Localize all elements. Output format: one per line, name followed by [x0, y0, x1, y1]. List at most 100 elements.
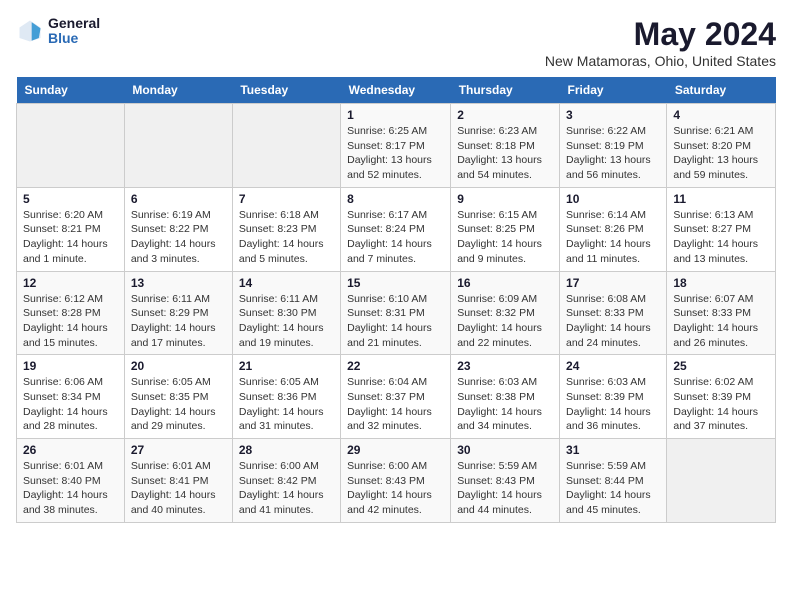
day-info: Sunrise: 6:00 AM Sunset: 8:43 PM Dayligh… [347, 459, 444, 518]
calendar-cell: 16Sunrise: 6:09 AM Sunset: 8:32 PM Dayli… [451, 271, 560, 355]
day-number: 5 [23, 192, 118, 206]
day-number: 24 [566, 359, 660, 373]
calendar-cell: 21 Sunrise: 6:05 AM Sunset: 8:36 PM Dayli… [232, 355, 340, 439]
column-header-tuesday: Tuesday [232, 77, 340, 104]
day-number: 25 [673, 359, 769, 373]
day-number: 8 [347, 192, 444, 206]
day-number: 2 [457, 108, 553, 122]
day-number: 11 [673, 192, 769, 206]
calendar-cell: 25 Sunrise: 6:02 AM Sunset: 8:39 PM Dayli… [667, 355, 776, 439]
title-area: May 2024 New Matamoras, Ohio, United Sta… [545, 16, 776, 69]
column-header-wednesday: Wednesday [341, 77, 451, 104]
day-number: 1 [347, 108, 444, 122]
calendar-table: SundayMondayTuesdayWednesdayThursdayFrid… [16, 77, 776, 523]
day-info: Sunrise: 6:05 AM Sunset: 8:36 PM Dayligh… [239, 375, 334, 434]
day-info: Sunrise: 6:11 AM Sunset: 8:29 PM Dayligh… [131, 292, 226, 351]
day-number: 16 [457, 276, 553, 290]
calendar-cell [232, 104, 340, 188]
calendar-cell: 24 Sunrise: 6:03 AM Sunset: 8:39 PM Dayli… [560, 355, 667, 439]
day-number: 27 [131, 443, 226, 457]
week-row-4: 19Sunrise: 6:06 AM Sunset: 8:34 PM Dayli… [17, 355, 776, 439]
calendar-cell: 23 Sunrise: 6:03 AM Sunset: 8:38 PM Dayli… [451, 355, 560, 439]
calendar-cell: 17Sunrise: 6:08 AM Sunset: 8:33 PM Dayli… [560, 271, 667, 355]
day-info: Sunrise: 6:02 AM Sunset: 8:39 PM Dayligh… [673, 375, 769, 434]
calendar-body: 1 Sunrise: 6:25 AM Sunset: 8:17 PM Daylig… [17, 104, 776, 523]
calendar-cell: 12 Sunrise: 6:12 AM Sunset: 8:28 PM Dayli… [17, 271, 125, 355]
day-number: 3 [566, 108, 660, 122]
day-info: Sunrise: 6:04 AM Sunset: 8:37 PM Dayligh… [347, 375, 444, 434]
calendar-cell: 2 Sunrise: 6:23 AM Sunset: 8:18 PM Daylig… [451, 104, 560, 188]
day-info: Sunrise: 5:59 AM Sunset: 8:43 PM Dayligh… [457, 459, 553, 518]
logo: General Blue [16, 16, 100, 47]
calendar-cell: 1 Sunrise: 6:25 AM Sunset: 8:17 PM Daylig… [341, 104, 451, 188]
day-number: 12 [23, 276, 118, 290]
calendar-cell: 13 Sunrise: 6:11 AM Sunset: 8:29 PM Dayli… [124, 271, 232, 355]
day-number: 21 [239, 359, 334, 373]
day-number: 29 [347, 443, 444, 457]
day-number: 13 [131, 276, 226, 290]
calendar-cell: 26Sunrise: 6:01 AM Sunset: 8:40 PM Dayli… [17, 439, 125, 523]
day-info: Sunrise: 6:03 AM Sunset: 8:38 PM Dayligh… [457, 375, 553, 434]
day-number: 28 [239, 443, 334, 457]
calendar-cell: 3 Sunrise: 6:22 AM Sunset: 8:19 PM Daylig… [560, 104, 667, 188]
day-info: Sunrise: 6:11 AM Sunset: 8:30 PM Dayligh… [239, 292, 334, 351]
day-number: 23 [457, 359, 553, 373]
day-info: Sunrise: 5:59 AM Sunset: 8:44 PM Dayligh… [566, 459, 660, 518]
calendar-cell: 18Sunrise: 6:07 AM Sunset: 8:33 PM Dayli… [667, 271, 776, 355]
column-header-thursday: Thursday [451, 77, 560, 104]
calendar-cell: 20 Sunrise: 6:05 AM Sunset: 8:35 PM Dayli… [124, 355, 232, 439]
calendar-cell: 19Sunrise: 6:06 AM Sunset: 8:34 PM Dayli… [17, 355, 125, 439]
day-number: 20 [131, 359, 226, 373]
calendar-cell: 5 Sunrise: 6:20 AM Sunset: 8:21 PM Daylig… [17, 187, 125, 271]
logo-blue-text: Blue [48, 31, 100, 46]
week-row-2: 5 Sunrise: 6:20 AM Sunset: 8:21 PM Daylig… [17, 187, 776, 271]
calendar-cell: 22 Sunrise: 6:04 AM Sunset: 8:37 PM Dayli… [341, 355, 451, 439]
week-row-3: 12 Sunrise: 6:12 AM Sunset: 8:28 PM Dayli… [17, 271, 776, 355]
logo-text: General Blue [48, 16, 100, 47]
calendar-cell: 14 Sunrise: 6:11 AM Sunset: 8:30 PM Dayli… [232, 271, 340, 355]
day-info: Sunrise: 6:12 AM Sunset: 8:28 PM Dayligh… [23, 292, 118, 351]
day-number: 9 [457, 192, 553, 206]
calendar-cell [17, 104, 125, 188]
calendar-cell: 30 Sunrise: 5:59 AM Sunset: 8:43 PM Dayli… [451, 439, 560, 523]
day-number: 15 [347, 276, 444, 290]
day-number: 31 [566, 443, 660, 457]
day-info: Sunrise: 6:23 AM Sunset: 8:18 PM Dayligh… [457, 124, 553, 183]
day-info: Sunrise: 6:14 AM Sunset: 8:26 PM Dayligh… [566, 208, 660, 267]
calendar-cell: 6 Sunrise: 6:19 AM Sunset: 8:22 PM Daylig… [124, 187, 232, 271]
calendar-cell [667, 439, 776, 523]
day-number: 10 [566, 192, 660, 206]
calendar-cell: 7Sunrise: 6:18 AM Sunset: 8:23 PM Daylig… [232, 187, 340, 271]
logo-general-text: General [48, 16, 100, 31]
column-header-saturday: Saturday [667, 77, 776, 104]
day-number: 19 [23, 359, 118, 373]
day-info: Sunrise: 6:20 AM Sunset: 8:21 PM Dayligh… [23, 208, 118, 267]
day-info: Sunrise: 6:10 AM Sunset: 8:31 PM Dayligh… [347, 292, 444, 351]
calendar-cell: 8Sunrise: 6:17 AM Sunset: 8:24 PM Daylig… [341, 187, 451, 271]
day-info: Sunrise: 6:19 AM Sunset: 8:22 PM Dayligh… [131, 208, 226, 267]
header-row: SundayMondayTuesdayWednesdayThursdayFrid… [17, 77, 776, 104]
day-info: Sunrise: 6:00 AM Sunset: 8:42 PM Dayligh… [239, 459, 334, 518]
day-number: 14 [239, 276, 334, 290]
column-header-sunday: Sunday [17, 77, 125, 104]
day-info: Sunrise: 6:01 AM Sunset: 8:40 PM Dayligh… [23, 459, 118, 518]
day-number: 30 [457, 443, 553, 457]
day-info: Sunrise: 6:05 AM Sunset: 8:35 PM Dayligh… [131, 375, 226, 434]
calendar-cell: 11 Sunrise: 6:13 AM Sunset: 8:27 PM Dayli… [667, 187, 776, 271]
day-info: Sunrise: 6:25 AM Sunset: 8:17 PM Dayligh… [347, 124, 444, 183]
day-number: 22 [347, 359, 444, 373]
calendar-header: SundayMondayTuesdayWednesdayThursdayFrid… [17, 77, 776, 104]
calendar-cell: 27Sunrise: 6:01 AM Sunset: 8:41 PM Dayli… [124, 439, 232, 523]
day-info: Sunrise: 6:13 AM Sunset: 8:27 PM Dayligh… [673, 208, 769, 267]
day-number: 18 [673, 276, 769, 290]
day-info: Sunrise: 6:18 AM Sunset: 8:23 PM Dayligh… [239, 208, 334, 267]
day-number: 6 [131, 192, 226, 206]
column-header-friday: Friday [560, 77, 667, 104]
day-info: Sunrise: 6:22 AM Sunset: 8:19 PM Dayligh… [566, 124, 660, 183]
day-info: Sunrise: 6:03 AM Sunset: 8:39 PM Dayligh… [566, 375, 660, 434]
column-header-monday: Monday [124, 77, 232, 104]
calendar-cell: 4Sunrise: 6:21 AM Sunset: 8:20 PM Daylig… [667, 104, 776, 188]
calendar-cell [124, 104, 232, 188]
page-header: General Blue May 2024 New Matamoras, Ohi… [16, 16, 776, 69]
calendar-cell: 31 Sunrise: 5:59 AM Sunset: 8:44 PM Dayli… [560, 439, 667, 523]
